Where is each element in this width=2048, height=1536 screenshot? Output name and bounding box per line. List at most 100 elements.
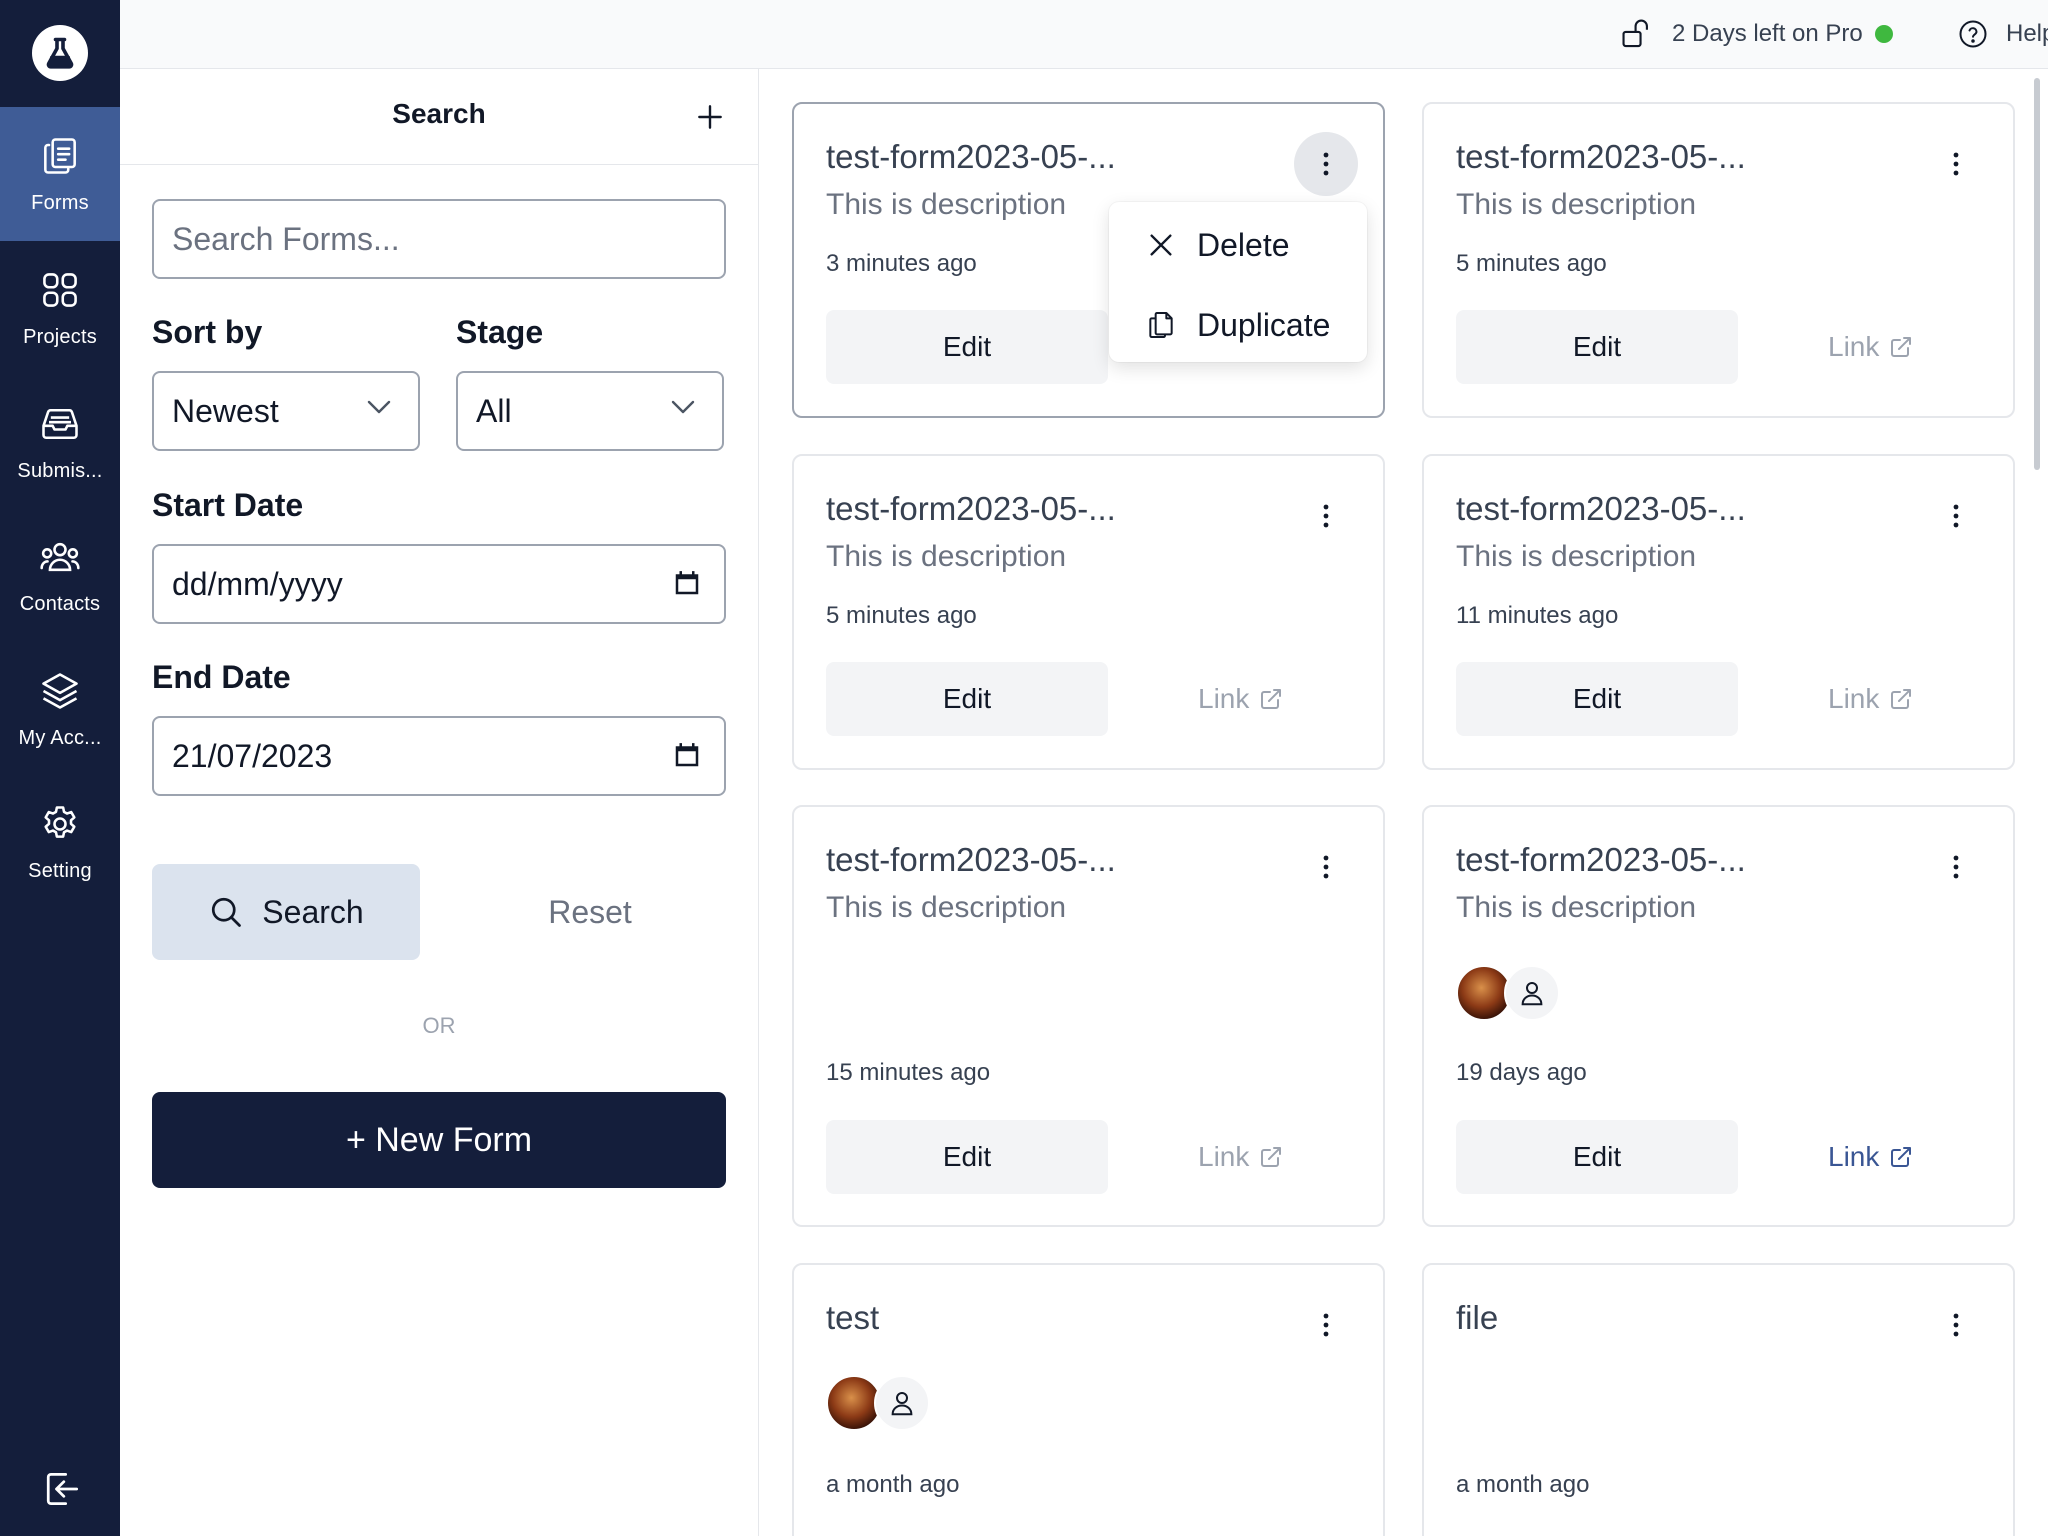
form-description: This is description (826, 188, 1067, 221)
delete-menu-item[interactable]: Delete (1145, 220, 1290, 270)
form-card[interactable]: file a month ago (1422, 1263, 2015, 1536)
form-card[interactable]: test-form2023-05-... This is description… (1422, 102, 2015, 418)
search-button[interactable]: Search (152, 864, 420, 960)
panel-title: Search (392, 98, 486, 129)
share-link[interactable]: Link (1198, 1120, 1328, 1194)
collaborator-avatars (826, 1375, 946, 1435)
end-date-input[interactable]: 21/07/2023 (152, 716, 726, 796)
form-card[interactable]: test-form2023-05-... This is description… (1422, 454, 2015, 770)
form-timestamp: 3 minutes ago (826, 250, 977, 277)
form-card[interactable]: test-form2023-05-... This is description… (1422, 805, 2015, 1227)
nav-rail: Forms Projects Submis... Contacts My Acc… (0, 0, 120, 1536)
more-vertical-icon (1323, 1313, 1329, 1337)
form-title: test-form2023-05-... (826, 138, 1116, 175)
scrollbar[interactable] (2034, 78, 2040, 470)
start-date-input[interactable]: dd/mm/yyyy (152, 544, 726, 624)
external-link-icon (1891, 689, 1912, 709)
calendar-icon[interactable] (672, 740, 702, 770)
share-link[interactable]: Link (1198, 662, 1328, 736)
collaborator-avatars (1456, 965, 1576, 1025)
new-form-button[interactable]: + New Form (152, 1092, 726, 1188)
share-link[interactable]: Link (1828, 310, 1958, 384)
form-card[interactable]: test-form2023-05-... This is description… (792, 454, 1385, 770)
form-timestamp: 19 days ago (1456, 1059, 1587, 1086)
nav-item-forms[interactable]: Forms (0, 107, 120, 241)
stage-select[interactable]: All (456, 371, 724, 451)
filter-panel-header: Search (120, 69, 758, 165)
nav-item-label: Forms (31, 191, 89, 214)
share-link[interactable]: Link (1828, 1120, 1958, 1194)
help-link[interactable]: Help (1958, 14, 2048, 54)
pro-trial-label: 2 Days left on Pro (1672, 20, 1863, 47)
form-title: test (826, 1299, 880, 1336)
search-icon (212, 897, 242, 927)
more-vertical-icon (1323, 855, 1329, 879)
copy-icon (1149, 312, 1173, 338)
external-link-icon (1261, 689, 1282, 709)
form-card[interactable]: test a month ago (792, 1263, 1385, 1536)
duplicate-label: Duplicate (1197, 306, 1331, 343)
more-vertical-icon (1953, 1313, 1959, 1337)
form-description: This is description (1456, 188, 1697, 221)
more-options-button[interactable] (1924, 132, 1988, 196)
link-label: Link (1828, 331, 1880, 362)
close-icon (1150, 234, 1172, 256)
share-link[interactable]: Link (1828, 662, 1958, 736)
edit-button[interactable]: Edit (1456, 310, 1738, 384)
start-date-label: Start Date (152, 487, 304, 523)
form-title: test-form2023-05-... (1456, 490, 1746, 527)
form-description: This is description (1456, 540, 1697, 573)
more-options-button[interactable] (1294, 1293, 1358, 1357)
more-options-button[interactable] (1924, 1293, 1988, 1357)
sort-by-label: Sort by (152, 314, 263, 350)
user-icon (874, 1375, 930, 1431)
search-button-label: Search (262, 893, 364, 930)
external-link-icon (1261, 1147, 1282, 1167)
edit-button[interactable]: Edit (826, 310, 1108, 384)
form-description: This is description (826, 891, 1067, 924)
form-title: test-form2023-05-... (1456, 841, 1746, 878)
nav-item-submissions[interactable]: Submis... (0, 375, 120, 509)
chevron-down-icon (671, 400, 695, 414)
delete-label: Delete (1197, 226, 1290, 263)
nav-item-label: Projects (23, 325, 97, 348)
more-options-button[interactable] (1294, 835, 1358, 899)
plus-icon[interactable] (694, 101, 726, 133)
unlock-icon (1622, 19, 1648, 48)
edit-button[interactable]: Edit (1456, 1120, 1738, 1194)
more-vertical-icon (1953, 152, 1959, 176)
reset-button[interactable]: Reset (456, 864, 724, 960)
more-options-button[interactable] (1294, 484, 1358, 548)
more-vertical-icon (1323, 152, 1329, 176)
pro-trial-status[interactable]: 2 Days left on Pro (1620, 14, 1893, 54)
layers-icon (42, 672, 78, 709)
nav-item-contacts[interactable]: Contacts (0, 508, 120, 642)
start-date-value: dd/mm/yyyy (172, 565, 343, 602)
more-options-button[interactable] (1294, 132, 1358, 196)
edit-button[interactable]: Edit (826, 1120, 1108, 1194)
link-label: Link (1828, 683, 1880, 714)
end-date-label: End Date (152, 659, 291, 695)
search-forms-input[interactable]: Search Forms... (152, 199, 726, 279)
edit-button[interactable]: Edit (826, 662, 1108, 736)
nav-item-my-account[interactable]: My Acc... (0, 642, 120, 776)
nav-item-label: Contacts (19, 592, 101, 615)
duplicate-menu-item[interactable]: Duplicate (1145, 300, 1330, 350)
logo-flask-icon[interactable] (32, 25, 88, 81)
nav-item-setting[interactable]: Setting (0, 775, 120, 909)
top-bar: 2 Days left on Pro Help (120, 0, 2048, 69)
form-description: This is description (826, 540, 1067, 573)
more-vertical-icon (1953, 504, 1959, 528)
logout-icon[interactable] (40, 1467, 84, 1511)
sort-by-value: Newest (172, 392, 279, 429)
more-options-button[interactable] (1924, 484, 1988, 548)
edit-button[interactable]: Edit (1456, 662, 1738, 736)
users-icon (40, 542, 80, 571)
sort-by-select[interactable]: Newest (152, 371, 420, 451)
calendar-icon[interactable] (672, 568, 702, 598)
form-card[interactable]: test-form2023-05-... This is description… (792, 805, 1385, 1227)
nav-item-projects[interactable]: Projects (0, 241, 120, 375)
user-icon (1504, 965, 1560, 1021)
link-label: Link (1198, 1141, 1250, 1172)
more-options-button[interactable] (1924, 835, 1988, 899)
